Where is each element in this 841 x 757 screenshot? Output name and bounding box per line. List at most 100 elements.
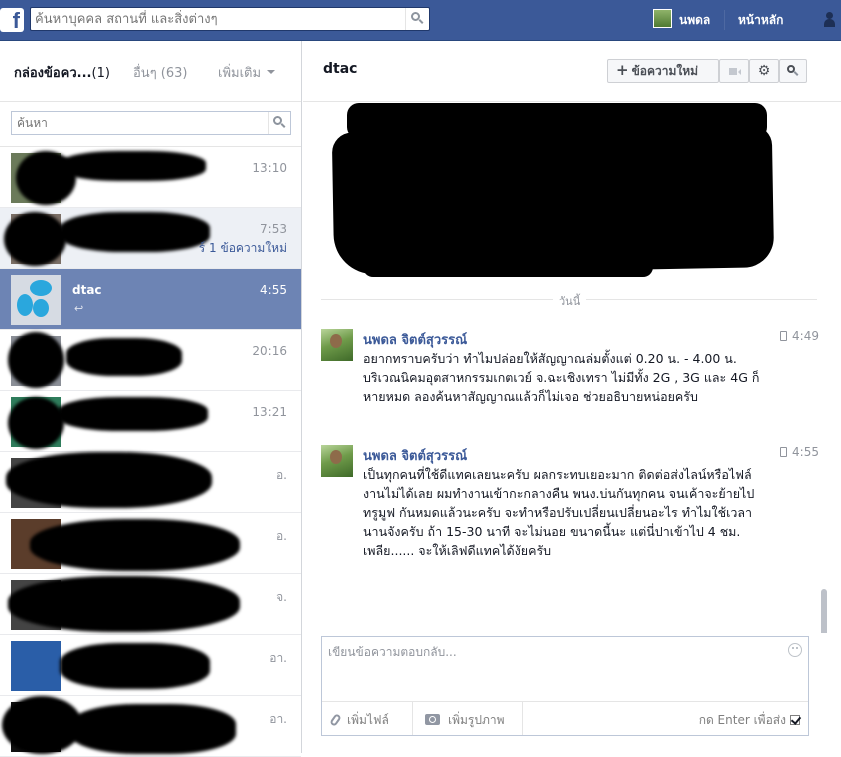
conversation-search-button[interactable]: [268, 112, 290, 134]
user-profile-link[interactable]: นพดล: [679, 11, 710, 30]
topbar-divider: [724, 10, 725, 30]
toolbar-divider: [412, 702, 413, 735]
inbox-unread-count: (1): [91, 66, 110, 81]
conversation-row[interactable]: อา.: [0, 635, 301, 696]
redaction: [60, 151, 206, 181]
sender-avatar[interactable]: [321, 329, 353, 361]
conversation-row[interactable]: 7:53 ร์ 1 ข้อความใหม่: [0, 208, 301, 269]
top-bar: f นพดล หน้าหลัก: [0, 0, 841, 41]
conversation-time: 4:55: [260, 283, 287, 297]
conversation-row[interactable]: จ.: [0, 574, 301, 635]
sender-avatar[interactable]: [321, 445, 353, 477]
checkbox-checked-icon[interactable]: [790, 715, 800, 725]
conversation-row-dtac[interactable]: dtac ↩ 4:55: [0, 269, 301, 330]
message-body: อยากทราบครับว่า ทำไมปล่อยให้สัญญาณล่มตั้…: [363, 351, 760, 404]
camera-icon: [425, 714, 440, 725]
conversation-row[interactable]: 20:16: [0, 330, 301, 391]
conversation-time: อ.: [275, 468, 287, 482]
conversation-name: dtac: [72, 283, 102, 297]
paperclip-icon: [329, 713, 342, 727]
tab-inbox-label: กล่องข้อคว...: [14, 66, 92, 81]
redaction: [30, 519, 240, 571]
redaction: [8, 397, 64, 449]
redaction: [8, 576, 240, 632]
new-message-label: ข้อความใหม่: [631, 64, 699, 78]
search-thread-button[interactable]: [779, 59, 807, 83]
conversation-time: จ.: [276, 590, 287, 604]
conversation-row[interactable]: อ.: [0, 513, 301, 574]
toolbar-divider: [522, 702, 523, 735]
global-search[interactable]: [30, 7, 430, 31]
message-time: 4:49: [780, 329, 819, 343]
new-message-button[interactable]: + ข้อความใหม่: [607, 59, 719, 83]
dtac-logo-icon: [11, 275, 61, 325]
reply-composer: เพิ่มไฟล์ เพิ่มรูปภาพ กด Enter เพื่อส่ง: [321, 636, 809, 736]
message: นพดล จิตต์สุวรรณ์ 4:55 เป็นทุกคนที่ใช้ดี…: [321, 445, 819, 595]
global-search-input[interactable]: [35, 10, 403, 28]
conversation-time: 13:10: [252, 161, 287, 175]
settings-button[interactable]: ⚙: [749, 59, 779, 83]
sender-name[interactable]: นพดล จิตต์สุวรรณ์: [363, 445, 467, 466]
thread-panel: dtac + ข้อความใหม่ ⚙ วันนี้ นพดล จิตต์สุว…: [303, 41, 841, 753]
thread-title: dtac: [323, 61, 358, 77]
conversation-row[interactable]: อา.: [0, 696, 301, 757]
redaction: [4, 212, 66, 266]
search-icon: [273, 116, 282, 125]
user-avatar[interactable]: [653, 9, 672, 28]
redaction: [70, 704, 236, 754]
message-body: เป็นทุกคนที่ใช้ดีแทคเลยนะครับ ผลกระทบเยอ…: [363, 467, 755, 558]
global-search-button[interactable]: [405, 8, 429, 30]
redaction: [66, 338, 182, 376]
conversation-row[interactable]: 13:21: [0, 391, 301, 452]
redaction: [58, 397, 208, 431]
search-icon: [411, 12, 420, 21]
friend-requests-icon[interactable]: [824, 10, 841, 28]
home-link[interactable]: หน้าหลัก: [738, 11, 783, 30]
redaction: [363, 253, 653, 277]
press-enter-toggle[interactable]: กด Enter เพื่อส่ง: [699, 711, 800, 730]
message-time: 4:55: [780, 445, 819, 459]
search-icon: [787, 65, 795, 73]
tab-other[interactable]: อื่นๆ (63): [133, 62, 188, 83]
redaction: [60, 643, 210, 689]
conversation-time: 20:16: [252, 344, 287, 358]
redaction: [60, 212, 210, 252]
day-label: วันนี้: [553, 292, 587, 310]
sender-name[interactable]: นพดล จิตต์สุวรรณ์: [363, 329, 467, 350]
conversation-search-input[interactable]: [17, 115, 267, 131]
conversation-list-panel: กล่องข้อคว...(1) อื่นๆ (63) เพิ่มเติม 13…: [0, 41, 302, 757]
conversation-row[interactable]: 13:10: [0, 147, 301, 208]
add-photo-label: เพิ่มรูปภาพ: [448, 713, 505, 727]
plus-icon: +: [616, 61, 629, 79]
tab-inbox[interactable]: กล่องข้อคว...(1): [14, 62, 110, 83]
inbox-tabs: กล่องข้อคว...(1) อื่นๆ (63) เพิ่มเติม: [0, 41, 301, 102]
add-photo-button[interactable]: เพิ่มรูปภาพ: [425, 711, 505, 730]
replied-icon: ↩: [74, 302, 84, 315]
emoji-icon[interactable]: [788, 643, 802, 657]
new-message-notice: ร์ 1 ข้อความใหม่: [198, 241, 287, 255]
gear-icon: ⚙: [757, 63, 771, 79]
more-dropdown[interactable]: เพิ่มเติม: [218, 62, 275, 83]
redaction: [8, 332, 64, 388]
message: นพดล จิตต์สุวรรณ์ 4:49 อยากทราบครับว่า ท…: [321, 329, 819, 429]
composer-toolbar: เพิ่มไฟล์ เพิ่มรูปภาพ กด Enter เพื่อส่ง: [322, 701, 808, 735]
video-camera-icon: [729, 68, 741, 75]
thread-header: dtac + ข้อความใหม่ ⚙: [303, 41, 841, 102]
conversation-time: อา.: [269, 712, 287, 726]
conversation-time: อ.: [275, 529, 287, 543]
message-thread[interactable]: วันนี้ นพดล จิตต์สุวรรณ์ 4:49 อยากทราบคร…: [303, 103, 841, 633]
conversation-time: 7:53: [260, 222, 287, 236]
conversation-search[interactable]: [11, 111, 291, 135]
add-file-label: เพิ่มไฟล์: [347, 713, 389, 727]
conversation-time: อา.: [269, 651, 287, 665]
add-file-button[interactable]: เพิ่มไฟล์: [329, 711, 389, 730]
conversation-row[interactable]: อ.: [0, 452, 301, 513]
reply-input[interactable]: [328, 643, 778, 693]
facebook-logo[interactable]: f: [0, 8, 24, 33]
thread-scrollbar[interactable]: [821, 589, 827, 633]
video-call-button[interactable]: [719, 59, 749, 83]
conversation-time: 13:21: [252, 405, 287, 419]
conversation-list: 13:10 7:53 ร์ 1 ข้อความใหม่ dtac ↩ 4:55: [0, 146, 301, 757]
redaction: [6, 452, 212, 508]
press-enter-label: กด Enter เพื่อส่ง: [698, 713, 786, 727]
